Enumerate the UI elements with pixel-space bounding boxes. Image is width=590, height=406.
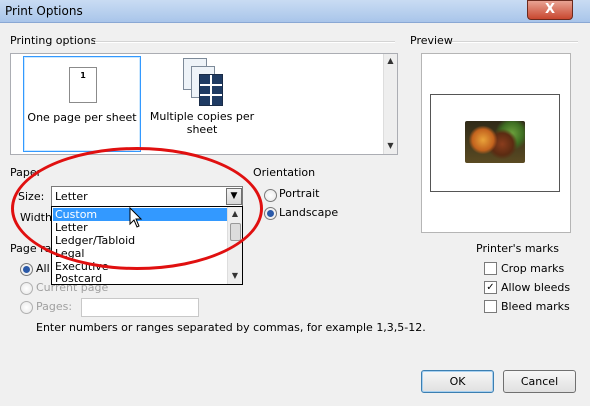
single-page-icon: 1 (69, 67, 97, 103)
page-number: 1 (80, 71, 86, 80)
dropdown-scroll-down-icon[interactable]: ▼ (228, 270, 242, 282)
one-page-per-sheet-item[interactable]: 1 One page per sheet (23, 56, 141, 152)
printing-options-divider (95, 41, 395, 43)
landscape-radio[interactable] (264, 207, 277, 220)
bleed-marks-label[interactable]: Bleed marks (501, 300, 570, 313)
allow-bleeds-label[interactable]: Allow bleeds (501, 281, 570, 294)
scroll-up-arrow-icon[interactable]: ▲ (384, 55, 397, 67)
page-range-hint: Enter numbers or ranges separated by com… (36, 321, 426, 334)
close-button[interactable]: X (527, 0, 573, 20)
preview-divider (452, 41, 578, 43)
pages-label[interactable]: Pages: (36, 300, 72, 313)
current-page-radio[interactable] (20, 282, 33, 295)
printing-options-scrollbar[interactable]: ▲ ▼ (383, 54, 397, 154)
preview-photo (465, 121, 525, 163)
pages-radio[interactable] (20, 301, 33, 314)
printing-options-list[interactable]: 1 One page per sheet Multiple copies per… (10, 53, 398, 155)
preview-page (430, 94, 560, 192)
preview-label: Preview (410, 34, 453, 47)
annotation-oval (11, 147, 263, 270)
multiple-copies-per-sheet-item[interactable]: Multiple copies per sheet (147, 56, 257, 150)
pages-input[interactable] (81, 298, 199, 317)
cancel-button[interactable]: Cancel (503, 370, 576, 393)
one-page-per-sheet-label: One page per sheet (27, 111, 137, 124)
paper-option-postcard[interactable]: Postcard (53, 272, 227, 285)
preview-pane (421, 53, 571, 233)
crop-marks-checkbox[interactable] (484, 262, 497, 275)
bleed-marks-checkbox[interactable] (484, 300, 497, 313)
orientation-label: Orientation (253, 166, 316, 179)
printing-options-label: Printing options (10, 34, 97, 47)
printers-marks-label: Printer's marks (476, 242, 559, 255)
multiple-copies-per-sheet-label: Multiple copies per sheet (149, 110, 255, 136)
landscape-label[interactable]: Landscape (279, 206, 338, 219)
ok-button[interactable]: OK (421, 370, 494, 393)
all-pages-radio[interactable] (20, 263, 33, 276)
title-bar (0, 0, 590, 23)
multiple-pages-icon (183, 58, 223, 106)
portrait-label[interactable]: Portrait (279, 187, 319, 200)
crop-marks-label[interactable]: Crop marks (501, 262, 564, 275)
scroll-down-arrow-icon[interactable]: ▼ (384, 140, 397, 152)
portrait-radio[interactable] (264, 189, 277, 202)
window-title: Print Options (5, 4, 83, 18)
allow-bleeds-checkbox[interactable]: ✓ (484, 281, 497, 294)
